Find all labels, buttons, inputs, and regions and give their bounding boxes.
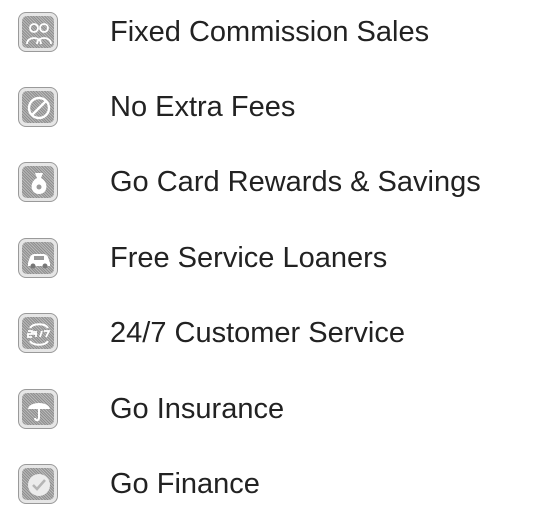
24-7-icon — [18, 313, 58, 353]
checkmark-icon — [18, 464, 58, 504]
feature-item-go-card-rewards: Go Card Rewards & Savings — [0, 153, 537, 213]
feature-item-go-finance: Go Finance — [0, 455, 537, 515]
feature-label: 24/7 Customer Service — [110, 317, 405, 349]
money-bag-icon — [18, 162, 58, 202]
feature-label: No Extra Fees — [110, 91, 296, 123]
feature-label: Fixed Commission Sales — [110, 16, 430, 48]
feature-label: Go Finance — [110, 468, 260, 500]
feature-label: Go Card Rewards & Savings — [110, 166, 481, 198]
umbrella-icon — [18, 389, 58, 429]
no-fees-icon — [18, 87, 58, 127]
feature-item-customer-service: 24/7 Customer Service — [0, 304, 537, 364]
feature-list: Fixed Commission Sales No Extra Fees Go … — [0, 0, 537, 531]
feature-item-fixed-commission: Fixed Commission Sales — [0, 3, 537, 63]
feature-label: Go Insurance — [110, 393, 285, 425]
feature-label: Free Service Loaners — [110, 242, 388, 274]
people-icon — [18, 12, 58, 52]
car-icon — [18, 238, 58, 278]
feature-item-go-insurance: Go Insurance — [0, 380, 537, 440]
feature-item-free-service-loaners: Free Service Loaners — [0, 229, 537, 289]
feature-item-no-extra-fees: No Extra Fees — [0, 78, 537, 138]
